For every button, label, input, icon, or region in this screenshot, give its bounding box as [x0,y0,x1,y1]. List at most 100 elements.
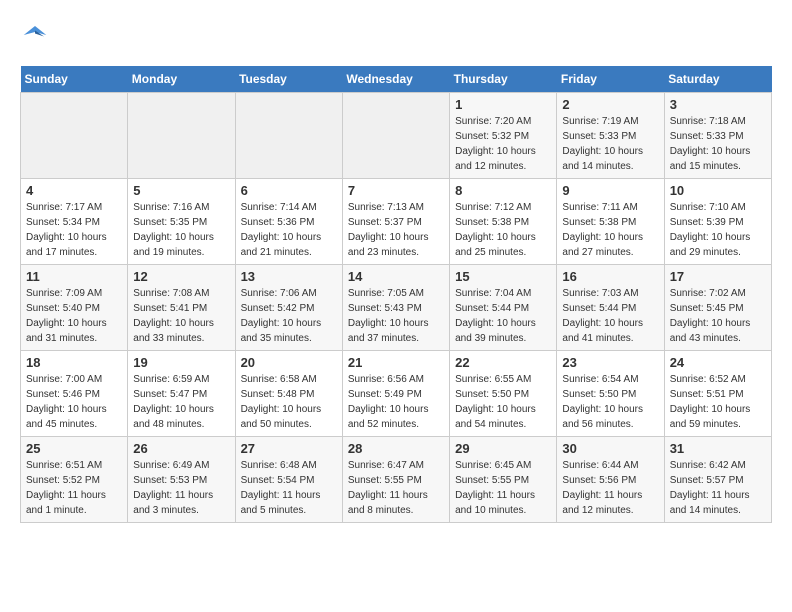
day-cell [128,93,235,179]
day-number: 29 [455,441,551,456]
day-header-friday: Friday [557,66,664,93]
day-info: Sunrise: 6:54 AMSunset: 5:50 PMDaylight:… [562,372,658,432]
day-header-saturday: Saturday [664,66,771,93]
day-cell: 18 Sunrise: 7:00 AMSunset: 5:46 PMDayligh… [21,351,128,437]
day-number: 2 [562,97,658,112]
day-number: 26 [133,441,229,456]
day-info: Sunrise: 7:10 AMSunset: 5:39 PMDaylight:… [670,200,766,260]
day-number: 9 [562,183,658,198]
day-header-sunday: Sunday [21,66,128,93]
day-cell: 2Sunrise: 7:19 AMSunset: 5:33 PMDaylight… [557,93,664,179]
calendar-table: SundayMondayTuesdayWednesdayThursdayFrid… [20,66,772,523]
day-cell: 16 Sunrise: 7:03 AMSunset: 5:44 PMDayligh… [557,265,664,351]
day-cell: 23 Sunrise: 6:54 AMSunset: 5:50 PMDayligh… [557,351,664,437]
day-number: 24 [670,355,766,370]
day-info: Sunrise: 7:05 AMSunset: 5:43 PMDaylight:… [348,286,444,346]
day-cell: 13 Sunrise: 7:06 AMSunset: 5:42 PMDayligh… [235,265,342,351]
day-number: 13 [241,269,337,284]
day-info: Sunrise: 7:08 AMSunset: 5:41 PMDaylight:… [133,286,229,346]
day-number: 3 [670,97,766,112]
day-info: Sunrise: 7:11 AMSunset: 5:38 PMDaylight:… [562,200,658,260]
day-info: Sunrise: 6:58 AMSunset: 5:48 PMDaylight:… [241,372,337,432]
day-number: 25 [26,441,122,456]
day-cell: 1Sunrise: 7:20 AMSunset: 5:32 PMDaylight… [450,93,557,179]
day-info: Sunrise: 7:02 AMSunset: 5:45 PMDaylight:… [670,286,766,346]
day-cell: 12 Sunrise: 7:08 AMSunset: 5:41 PMDayligh… [128,265,235,351]
day-number: 14 [348,269,444,284]
day-cell: 26 Sunrise: 6:49 AMSunset: 5:53 PMDayligh… [128,437,235,523]
day-header-wednesday: Wednesday [342,66,449,93]
day-number: 7 [348,183,444,198]
day-info: Sunrise: 6:51 AMSunset: 5:52 PMDaylight:… [26,458,122,518]
week-row-4: 18 Sunrise: 7:00 AMSunset: 5:46 PMDayligh… [21,351,772,437]
day-info: Sunrise: 6:47 AMSunset: 5:55 PMDaylight:… [348,458,444,518]
day-number: 23 [562,355,658,370]
day-number: 30 [562,441,658,456]
day-cell [235,93,342,179]
day-cell: 25 Sunrise: 6:51 AMSunset: 5:52 PMDayligh… [21,437,128,523]
day-cell: 8 Sunrise: 7:12 AMSunset: 5:38 PMDaylight… [450,179,557,265]
day-number: 22 [455,355,551,370]
day-info: Sunrise: 6:45 AMSunset: 5:55 PMDaylight:… [455,458,551,518]
day-number: 15 [455,269,551,284]
day-info: Sunrise: 6:56 AMSunset: 5:49 PMDaylight:… [348,372,444,432]
day-number: 11 [26,269,122,284]
day-number: 5 [133,183,229,198]
day-info: Sunrise: 6:59 AMSunset: 5:47 PMDaylight:… [133,372,229,432]
day-cell: 6 Sunrise: 7:14 AMSunset: 5:36 PMDaylight… [235,179,342,265]
day-number: 17 [670,269,766,284]
day-cell: 5 Sunrise: 7:16 AMSunset: 5:35 PMDaylight… [128,179,235,265]
day-info: Sunrise: 7:14 AMSunset: 5:36 PMDaylight:… [241,200,337,260]
week-row-1: 1Sunrise: 7:20 AMSunset: 5:32 PMDaylight… [21,93,772,179]
day-info: Sunrise: 7:20 AMSunset: 5:32 PMDaylight:… [455,114,551,174]
day-info: Sunrise: 7:04 AMSunset: 5:44 PMDaylight:… [455,286,551,346]
day-cell: 3 Sunrise: 7:18 AMSunset: 5:33 PMDaylight… [664,93,771,179]
day-number: 31 [670,441,766,456]
day-cell: 19 Sunrise: 6:59 AMSunset: 5:47 PMDayligh… [128,351,235,437]
day-number: 20 [241,355,337,370]
day-cell: 29 Sunrise: 6:45 AMSunset: 5:55 PMDayligh… [450,437,557,523]
day-number: 6 [241,183,337,198]
day-cell: 11 Sunrise: 7:09 AMSunset: 5:40 PMDayligh… [21,265,128,351]
day-header-tuesday: Tuesday [235,66,342,93]
week-row-5: 25 Sunrise: 6:51 AMSunset: 5:52 PMDayligh… [21,437,772,523]
day-info: Sunrise: 7:03 AMSunset: 5:44 PMDaylight:… [562,286,658,346]
day-number: 18 [26,355,122,370]
day-info: Sunrise: 7:16 AMSunset: 5:35 PMDaylight:… [133,200,229,260]
days-header-row: SundayMondayTuesdayWednesdayThursdayFrid… [21,66,772,93]
day-number: 16 [562,269,658,284]
day-cell: 30Sunrise: 6:44 AMSunset: 5:56 PMDayligh… [557,437,664,523]
day-info: Sunrise: 7:18 AMSunset: 5:33 PMDaylight:… [670,114,766,174]
day-number: 8 [455,183,551,198]
day-number: 12 [133,269,229,284]
day-info: Sunrise: 7:12 AMSunset: 5:38 PMDaylight:… [455,200,551,260]
day-cell: 4 Sunrise: 7:17 AMSunset: 5:34 PMDaylight… [21,179,128,265]
day-number: 4 [26,183,122,198]
day-info: Sunrise: 7:09 AMSunset: 5:40 PMDaylight:… [26,286,122,346]
day-cell: 15 Sunrise: 7:04 AMSunset: 5:44 PMDayligh… [450,265,557,351]
day-cell: 24 Sunrise: 6:52 AMSunset: 5:51 PMDayligh… [664,351,771,437]
day-info: Sunrise: 7:13 AMSunset: 5:37 PMDaylight:… [348,200,444,260]
day-cell: 7 Sunrise: 7:13 AMSunset: 5:37 PMDaylight… [342,179,449,265]
day-header-monday: Monday [128,66,235,93]
logo-icon [20,20,50,50]
day-info: Sunrise: 6:49 AMSunset: 5:53 PMDaylight:… [133,458,229,518]
day-cell: 27 Sunrise: 6:48 AMSunset: 5:54 PMDayligh… [235,437,342,523]
day-info: Sunrise: 7:06 AMSunset: 5:42 PMDaylight:… [241,286,337,346]
logo [20,20,54,50]
day-info: Sunrise: 6:52 AMSunset: 5:51 PMDaylight:… [670,372,766,432]
day-cell: 31Sunrise: 6:42 AMSunset: 5:57 PMDayligh… [664,437,771,523]
day-cell: 21Sunrise: 6:56 AMSunset: 5:49 PMDayligh… [342,351,449,437]
day-cell [21,93,128,179]
day-number: 19 [133,355,229,370]
day-cell: 10 Sunrise: 7:10 AMSunset: 5:39 PMDayligh… [664,179,771,265]
day-cell: 9 Sunrise: 7:11 AMSunset: 5:38 PMDaylight… [557,179,664,265]
day-number: 10 [670,183,766,198]
day-number: 28 [348,441,444,456]
day-info: Sunrise: 7:00 AMSunset: 5:46 PMDaylight:… [26,372,122,432]
day-info: Sunrise: 6:48 AMSunset: 5:54 PMDaylight:… [241,458,337,518]
day-number: 27 [241,441,337,456]
day-cell: 20 Sunrise: 6:58 AMSunset: 5:48 PMDayligh… [235,351,342,437]
day-info: Sunrise: 7:17 AMSunset: 5:34 PMDaylight:… [26,200,122,260]
day-header-thursday: Thursday [450,66,557,93]
